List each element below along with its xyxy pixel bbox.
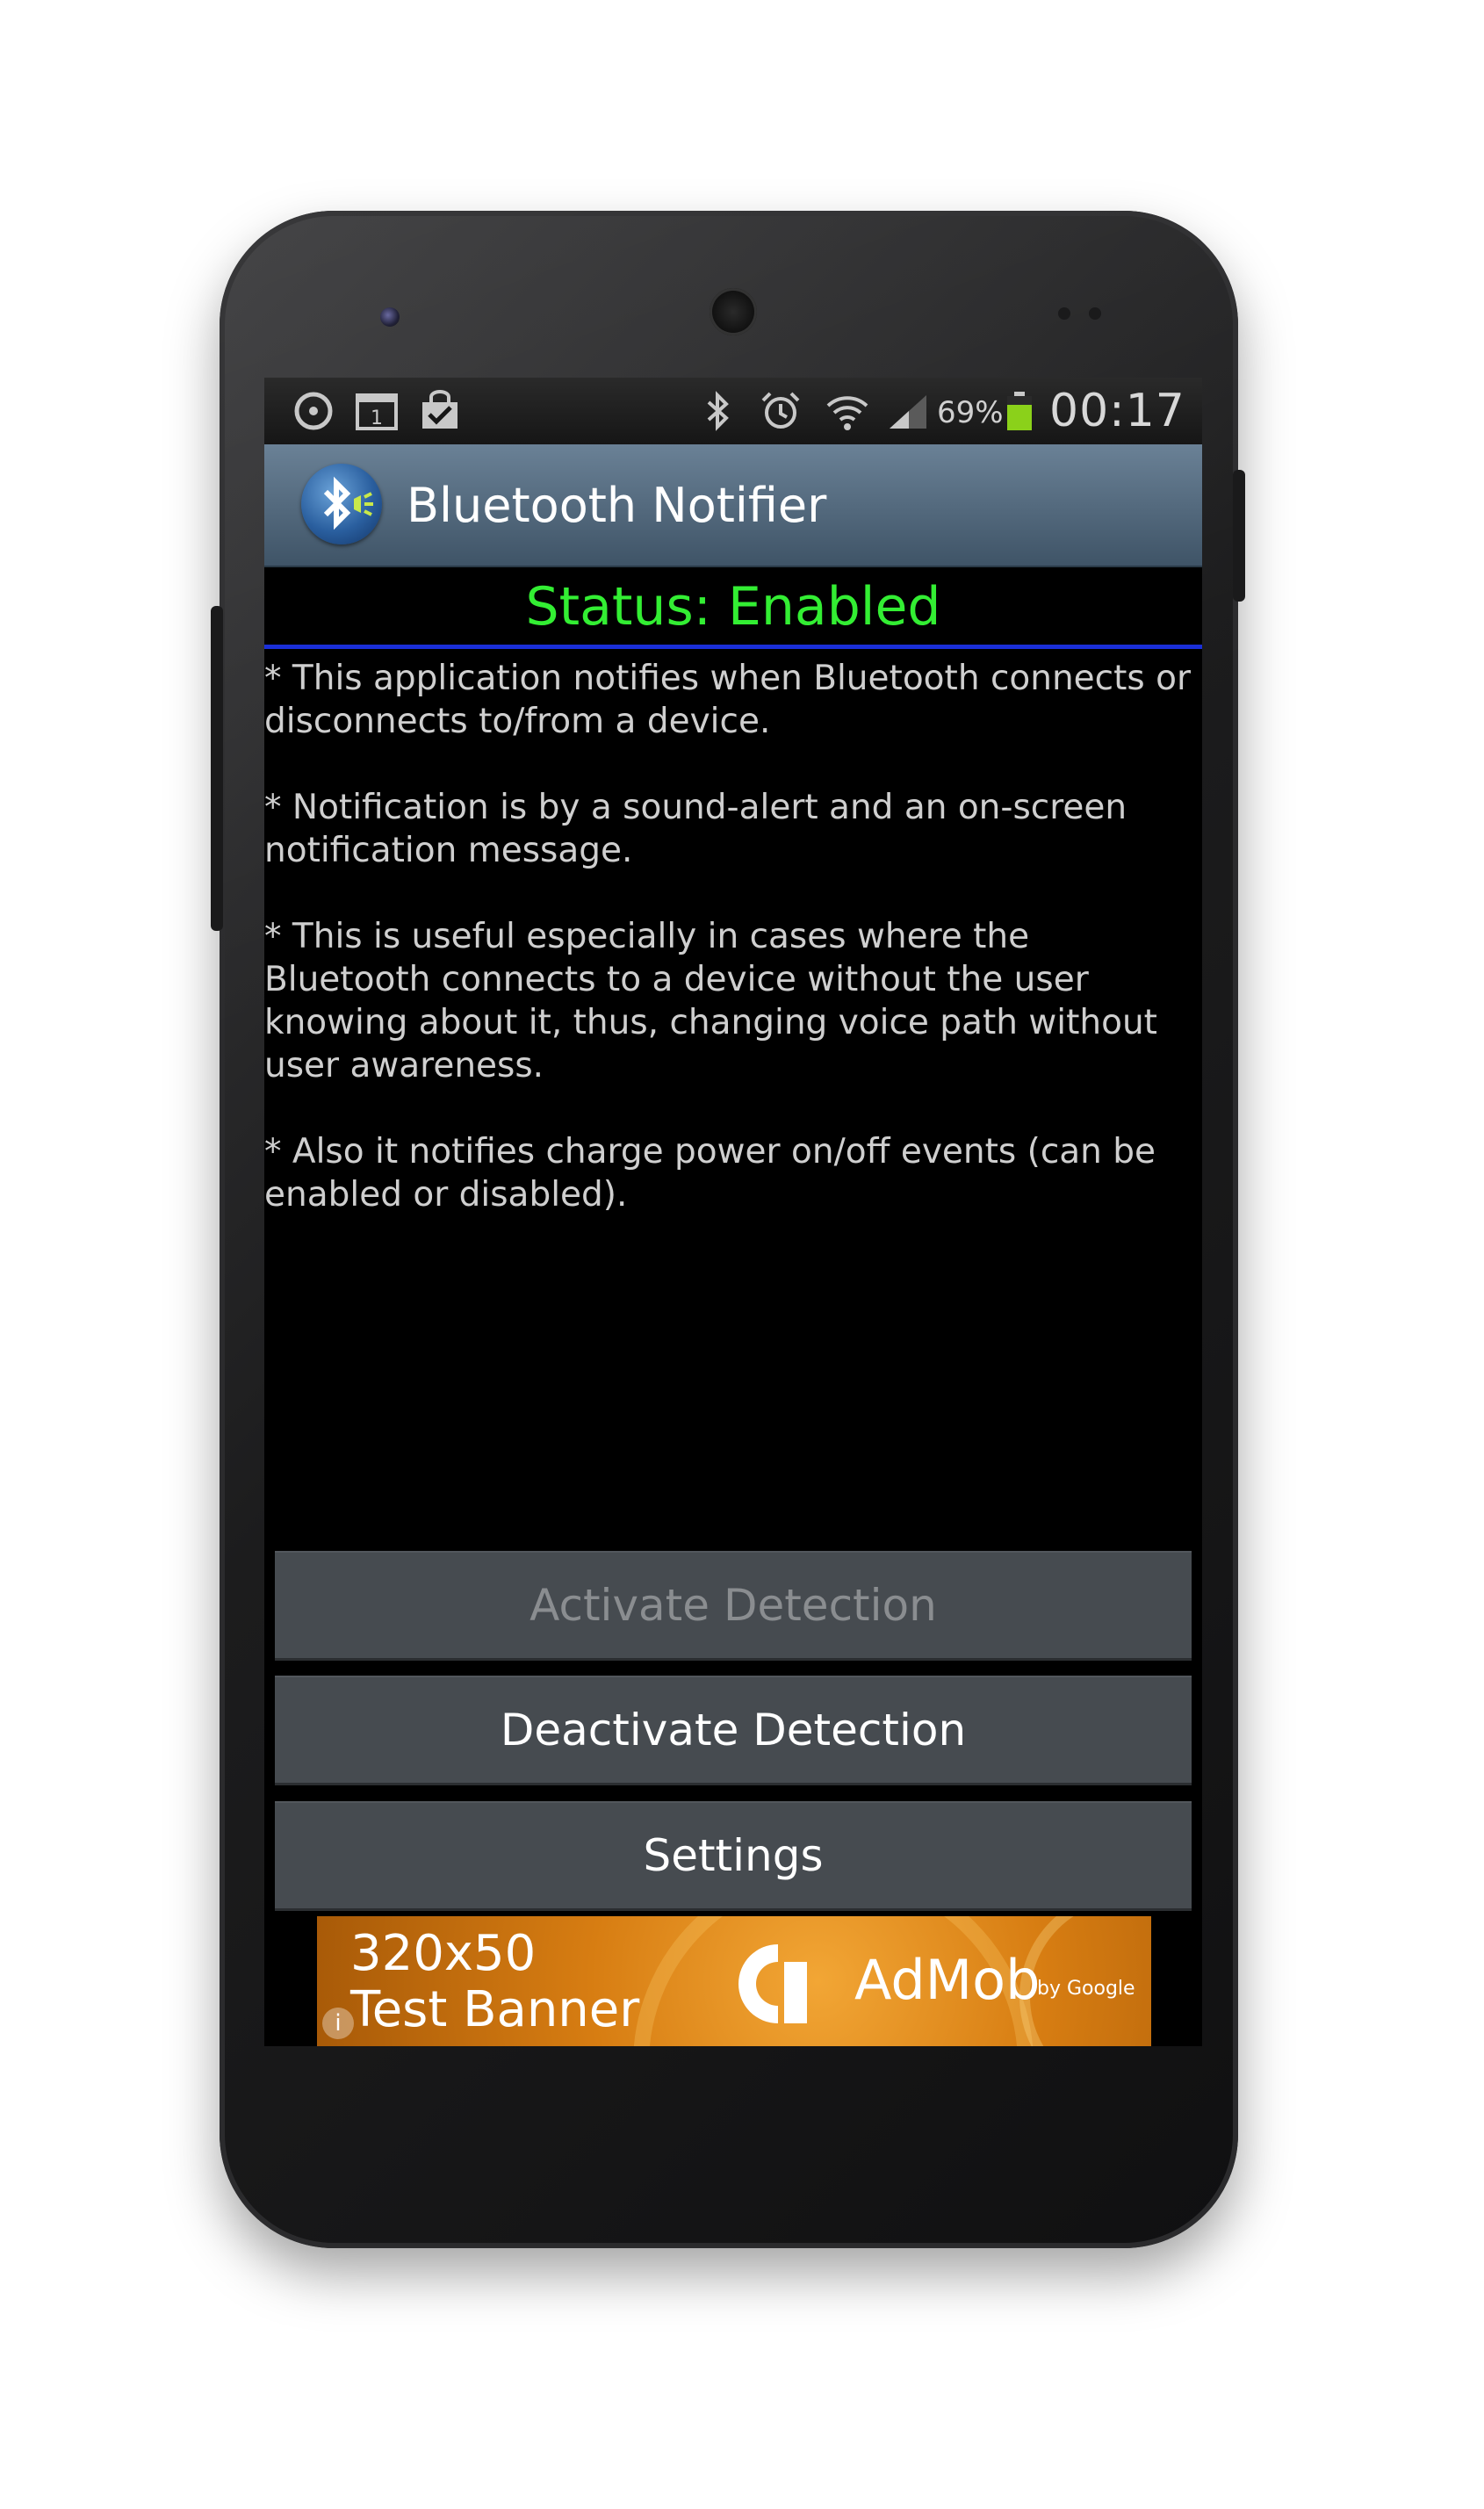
calendar-icon: 1 (354, 390, 400, 432)
ad-banner[interactable]: 320x50 Test Banner AdMob by Google i (317, 1916, 1151, 2046)
activate-detection-button[interactable]: Activate Detection (275, 1551, 1192, 1661)
signal-icon (888, 390, 928, 432)
description-paragraph: * Also it notifies charge power on/off e… (264, 1132, 1156, 1215)
power-button (1233, 470, 1245, 602)
info-icon[interactable]: i (322, 2008, 354, 2039)
bluetooth-notifier-icon[interactable] (301, 464, 382, 544)
description: * This application notifies when Bluetoo… (264, 657, 1202, 1259)
ad-brand-sub: by Google (1037, 1978, 1135, 2000)
admob-logo-icon (738, 1944, 807, 2023)
status-bar: 1 69% 00:17 (264, 378, 1202, 444)
ad-brand: AdMob (854, 1948, 1041, 2012)
earpiece-speaker (710, 288, 757, 335)
wifi-icon (823, 390, 872, 432)
description-paragraph: * Notification is by a sound-alert and a… (264, 788, 1127, 870)
detection-status: Status: Enabled (525, 576, 941, 638)
volume-button (211, 606, 223, 931)
light-sensor (1089, 307, 1101, 320)
calendar-day: 1 (371, 407, 383, 429)
alarm-icon (758, 390, 803, 432)
bluetooth-icon (700, 390, 735, 432)
ad-size-text: 320x50 (350, 1925, 537, 1982)
status-divider (264, 645, 1202, 649)
settings-button[interactable]: Settings (275, 1801, 1192, 1911)
proximity-sensor (1058, 307, 1070, 320)
front-camera (380, 307, 400, 327)
status-clock: 00:17 (1049, 385, 1185, 437)
app-title: Bluetooth Notifier (407, 478, 827, 533)
action-bar: Bluetooth Notifier (264, 444, 1202, 567)
sync-icon (292, 390, 335, 432)
battery-percent: 69% (937, 395, 1004, 430)
battery-icon (1002, 390, 1037, 432)
description-paragraph: * This application notifies when Bluetoo… (264, 659, 1192, 741)
shopping-bag-icon (417, 390, 463, 432)
ad-label: Test Banner (350, 1981, 640, 2038)
description-paragraph: * This is useful especially in cases whe… (264, 917, 1157, 1085)
deactivate-detection-button[interactable]: Deactivate Detection (275, 1676, 1192, 1785)
screen: 1 69% 00:17 Bluetooth Notifier Status: E… (264, 378, 1202, 2046)
